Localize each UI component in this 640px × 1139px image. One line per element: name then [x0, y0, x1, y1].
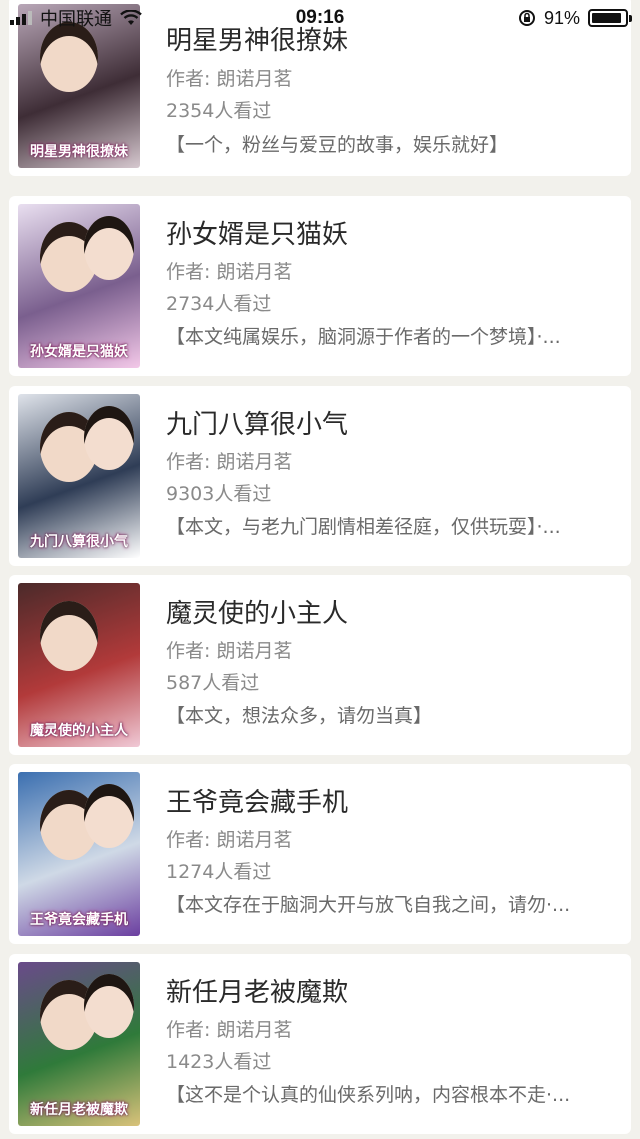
book-card[interactable]: 魔灵使的小主人 魔灵使的小主人 作者: 朗诺月茗 587人看过 【本文，想法众多，请勿当…: [9, 575, 631, 755]
book-view-count: 1274人看过: [166, 861, 272, 883]
cover-figure: [40, 601, 98, 671]
status-bar: 中国联通 09:16 91%: [0, 0, 640, 36]
battery-icon: [588, 9, 632, 27]
cover-figure: [84, 406, 134, 470]
cover-figure: [84, 784, 134, 848]
book-cover-image[interactable]: 新任月老被魔欺: [18, 962, 140, 1126]
cover-title: 九门八算很小气: [30, 533, 128, 550]
wifi-icon: [120, 10, 142, 25]
cover-title: 孙女婿是只猫妖: [30, 343, 128, 360]
book-card[interactable]: 孙女婿是只猫妖 孙女婿是只猫妖 作者: 朗诺月茗 2734人看过 【本文纯属娱乐，脑洞源…: [9, 196, 631, 376]
book-author: 作者: 朗诺月茗: [166, 1019, 293, 1041]
book-cover-image[interactable]: 魔灵使的小主人: [18, 583, 140, 747]
book-description: 【本文纯属娱乐，脑洞源于作者的一个梦境】·...: [166, 326, 561, 348]
book-cover-image[interactable]: 九门八算很小气: [18, 394, 140, 558]
book-card[interactable]: 新任月老被魔欺 新任月老被魔欺 作者: 朗诺月茗 1423人看过 【这不是个认真的仙侠系…: [9, 954, 631, 1134]
book-title[interactable]: 孙女婿是只猫妖: [166, 214, 348, 251]
book-description: 【本文，想法众多，请勿当真】: [166, 705, 433, 727]
book-title[interactable]: 魔灵使的小主人: [166, 593, 348, 630]
book-author: 作者: 朗诺月茗: [166, 68, 293, 90]
book-author: 作者: 朗诺月茗: [166, 640, 293, 662]
book-cover-image[interactable]: 王爷竟会藏手机: [18, 772, 140, 936]
cover-title: 王爷竟会藏手机: [30, 911, 128, 928]
book-author: 作者: 朗诺月茗: [166, 261, 293, 283]
book-view-count: 2734人看过: [166, 293, 272, 315]
book-author: 作者: 朗诺月茗: [166, 451, 293, 473]
book-view-count: 2354人看过: [166, 100, 272, 122]
rotation-lock-icon: [518, 10, 535, 26]
carrier-label: 中国联通: [40, 9, 112, 29]
book-description: 【本文，与老九门剧情相差径庭，仅供玩耍】·...: [166, 516, 561, 538]
cover-title: 明星男神很撩妹: [30, 143, 128, 160]
book-title[interactable]: 九门八算很小气: [166, 404, 348, 441]
book-view-count: 587人看过: [166, 672, 260, 694]
book-card[interactable]: 王爷竟会藏手机 王爷竟会藏手机 作者: 朗诺月茗 1274人看过 【本文存在于脑洞大开与…: [9, 764, 631, 944]
battery-percent: 91%: [543, 7, 580, 28]
book-cover-image[interactable]: 孙女婿是只猫妖: [18, 204, 140, 368]
book-title[interactable]: 王爷竟会藏手机: [166, 782, 348, 819]
book-description: 【这不是个认真的仙侠系列呐，内容根本不走·...: [166, 1084, 571, 1106]
book-view-count: 1423人看过: [166, 1051, 272, 1073]
book-card[interactable]: 九门八算很小气 九门八算很小气 作者: 朗诺月茗 9303人看过 【本文，与老九门剧情相…: [9, 386, 631, 566]
book-author: 作者: 朗诺月茗: [166, 829, 293, 851]
cover-title: 新任月老被魔欺: [30, 1101, 128, 1118]
cover-figure: [84, 974, 134, 1038]
signal-icon: [10, 11, 32, 25]
book-description: 【本文存在于脑洞大开与放飞自我之间，请勿·...: [166, 894, 571, 916]
cover-title: 魔灵使的小主人: [30, 722, 128, 739]
book-view-count: 9303人看过: [166, 483, 272, 505]
book-title[interactable]: 新任月老被魔欺: [166, 972, 348, 1009]
cover-figure: [84, 216, 134, 280]
book-description: 【一个，粉丝与爱豆的故事，娱乐就好】: [166, 134, 509, 156]
